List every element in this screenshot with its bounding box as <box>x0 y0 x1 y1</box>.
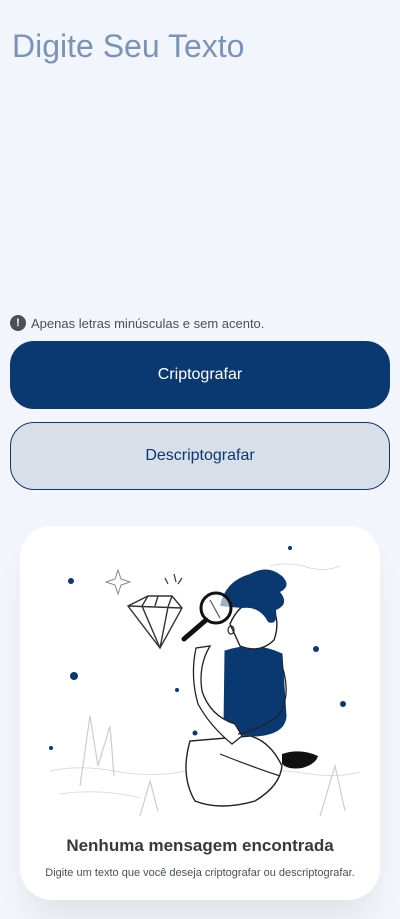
input-hint: ! Apenas letras minúsculas e sem acento. <box>10 314 264 332</box>
empty-state-description: Digite um texto que você deseja criptogr… <box>45 867 355 879</box>
exclamation-icon: ! <box>10 315 26 331</box>
output-card: Nenhuma mensagem encontrada Digite um te… <box>20 526 380 900</box>
text-input[interactable] <box>12 28 388 298</box>
magnifier-person-illustration <box>49 546 361 817</box>
hint-text: Apenas letras minúsculas e sem acento. <box>31 315 265 331</box>
empty-state-title: Nenhuma mensagem encontrada <box>66 836 334 855</box>
decrypt-button[interactable]: Descriptografar <box>10 422 390 490</box>
encrypt-button[interactable]: Criptografar <box>10 341 390 409</box>
